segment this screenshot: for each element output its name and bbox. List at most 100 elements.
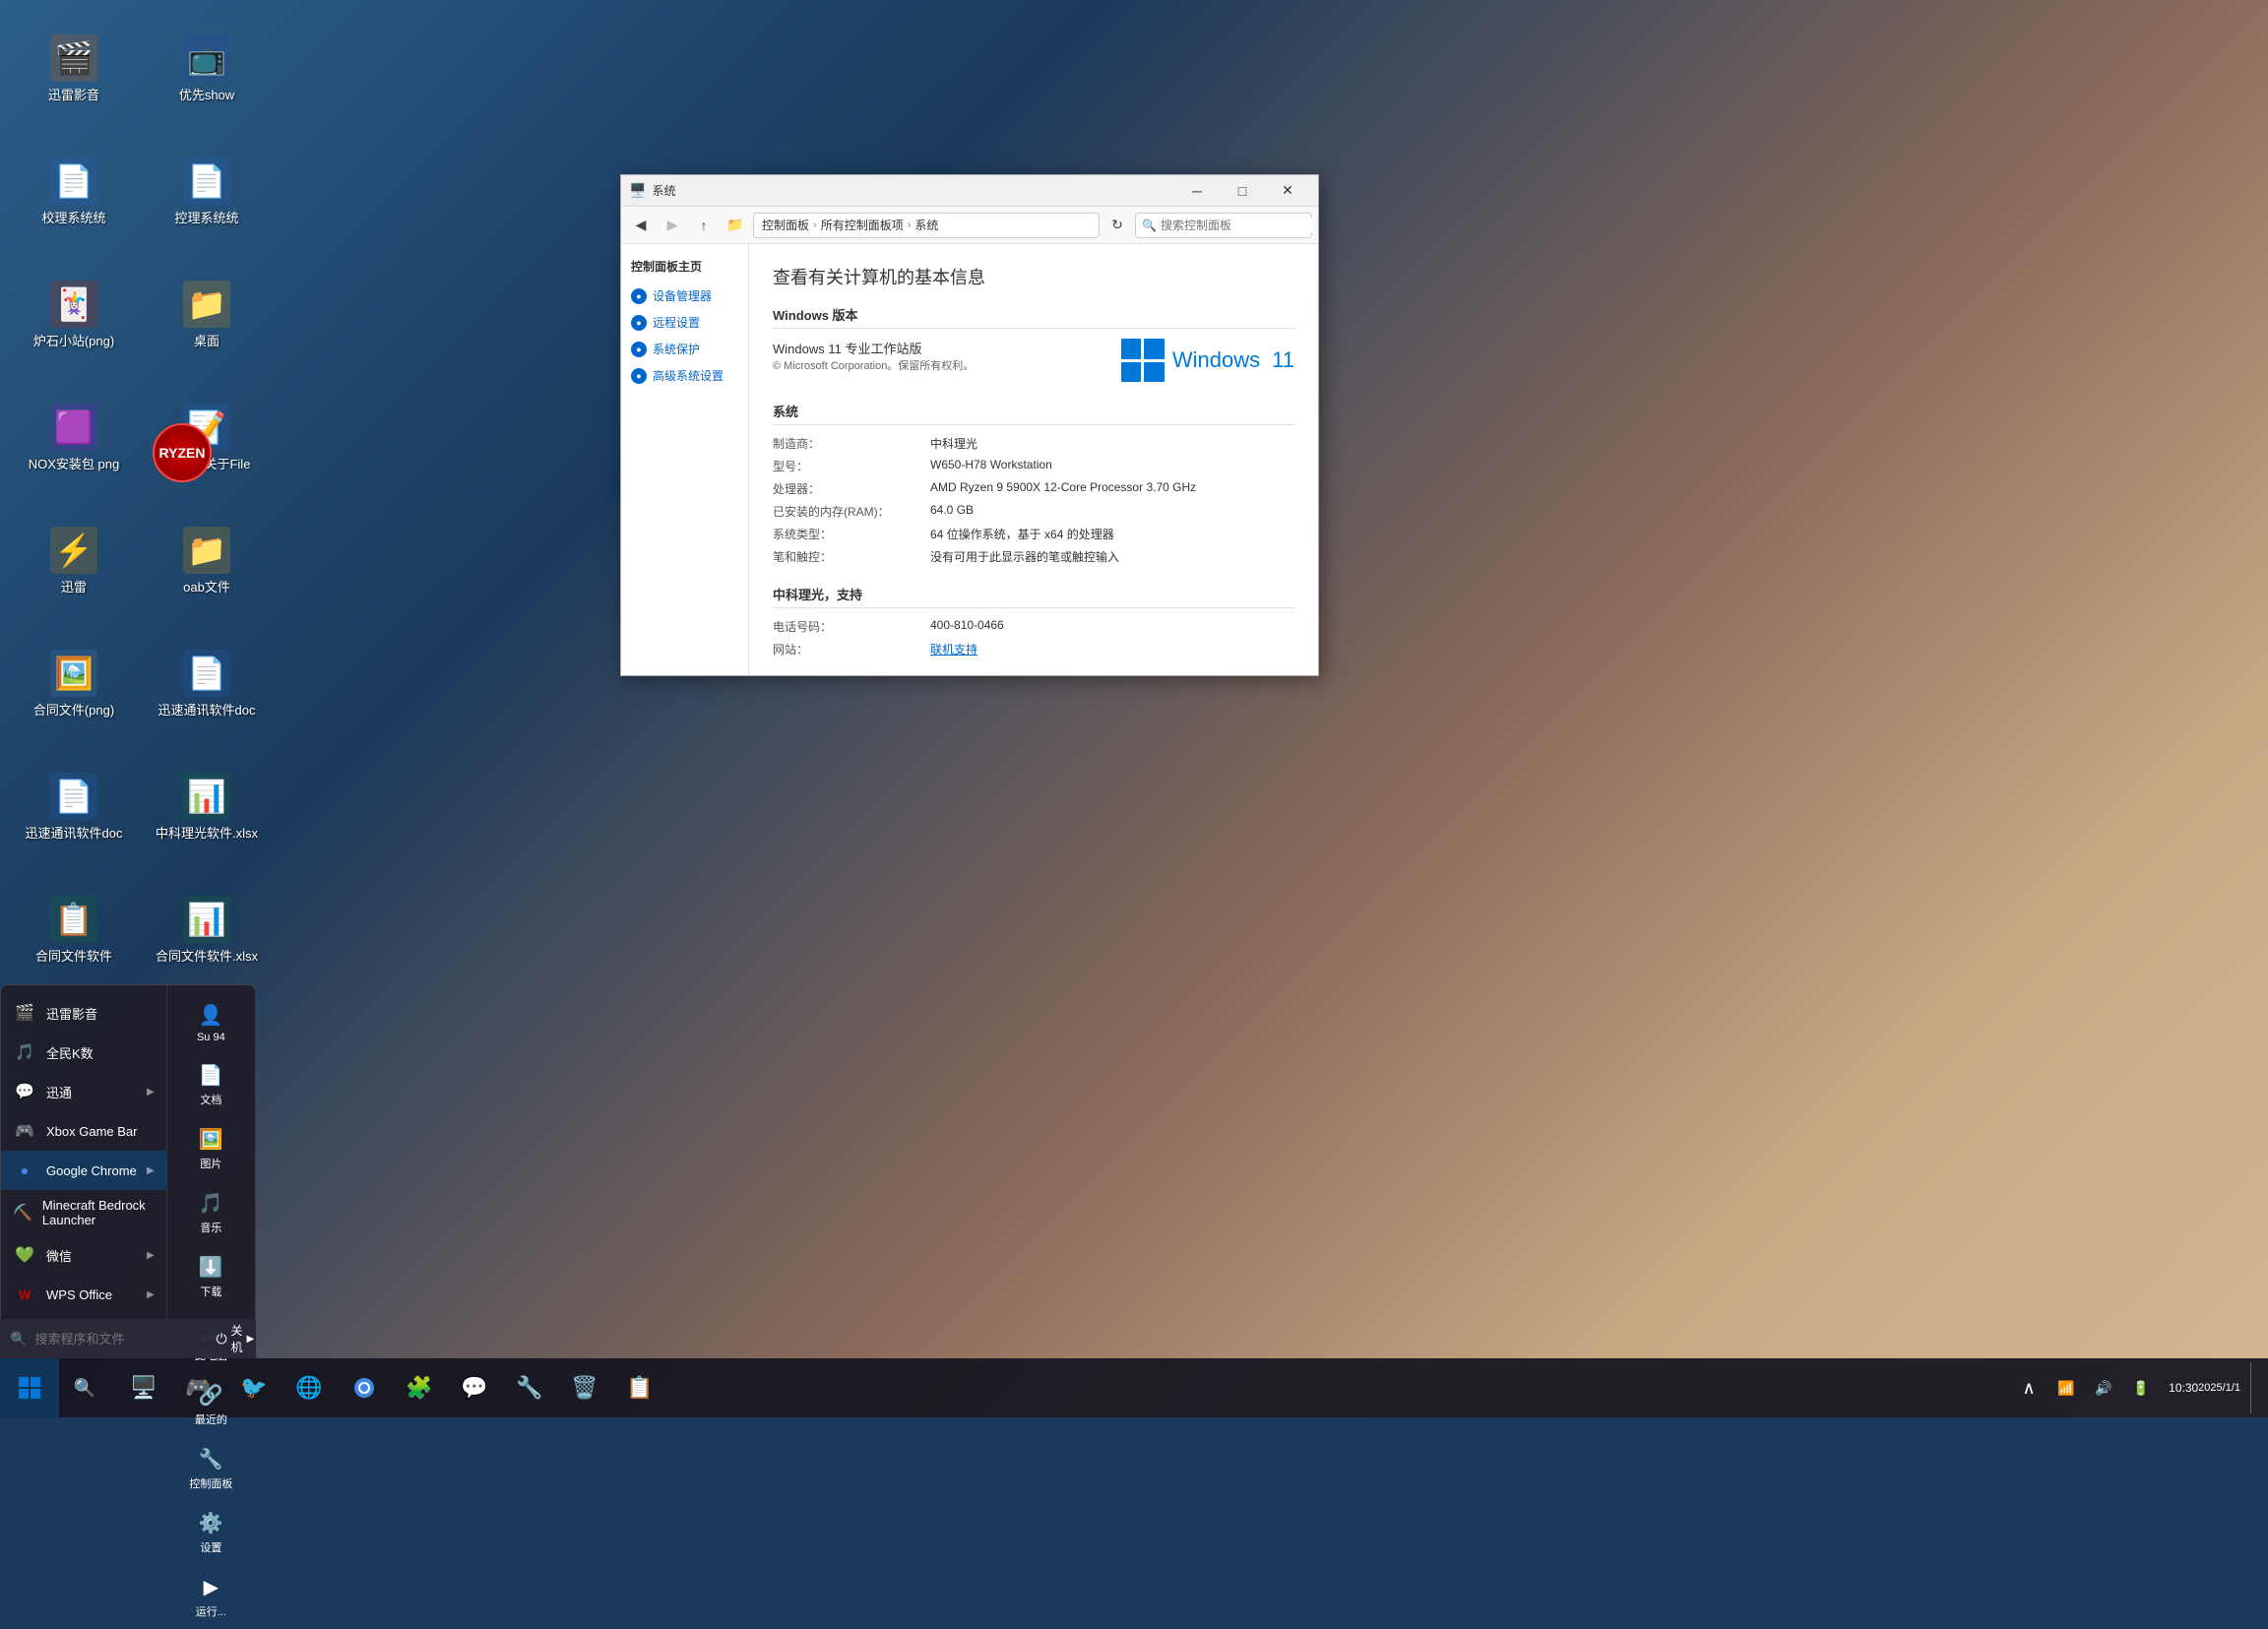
zhongke-section-title: 中科理光，支持	[773, 585, 1294, 608]
shutdown-icon[interactable]: ⏻	[216, 1331, 226, 1347]
system-cpu-row: 处理器： AMD Ryzen 9 5900X 12-Core Processor…	[773, 480, 1294, 497]
shutdown-arrow[interactable]: ▶	[247, 1334, 255, 1345]
systype-label: 系统类型：	[773, 526, 930, 542]
tray-battery[interactable]: 🔋	[2123, 1362, 2159, 1413]
desktop-icon-zhongke-doc[interactable]: 📄 迅速通讯软件doc	[10, 748, 138, 866]
taskbar-monitor-icon[interactable]: 🖥️	[118, 1362, 169, 1413]
start-right-pictures[interactable]: 🖼️ 图片	[167, 1117, 255, 1181]
forward-button[interactable]: ▶	[659, 212, 686, 239]
start-right-controlpanel[interactable]: 🔧 控制面板	[167, 1437, 255, 1501]
taskbar-wechat-icon[interactable]: 💬	[449, 1362, 500, 1413]
shutdown-label: 关机	[231, 1322, 243, 1355]
desktop-icon-zhuomian[interactable]: 📁 桌面	[143, 256, 271, 374]
start-right-documents[interactable]: 📄 文档	[167, 1053, 255, 1117]
sidebar-item-protection[interactable]: ● 系统保护	[621, 336, 748, 362]
website-link[interactable]: 联机支持	[930, 641, 1294, 658]
tray-show-desktop[interactable]	[2250, 1362, 2258, 1413]
search-icon: 🔍	[10, 1331, 27, 1347]
remote-icon: ●	[631, 315, 647, 331]
sidebar-item-advanced[interactable]: ● 高级系统设置	[621, 362, 748, 389]
desktop-icon-hetong-xlsx[interactable]: 📊 合同文件软件.xlsx	[143, 871, 271, 989]
up-button[interactable]: ↑	[690, 212, 718, 239]
controlpanel-icon: 🔧	[199, 1447, 223, 1472]
start-right-run[interactable]: ▶ 运行...	[167, 1565, 255, 1629]
maximize-button[interactable]: □	[1220, 175, 1265, 207]
breadcrumb-allitems[interactable]: 所有控制面板项	[821, 217, 904, 233]
start-item-chrome[interactable]: ● Google Chrome ▶	[1, 1151, 166, 1190]
run-icon: ▶	[204, 1575, 219, 1599]
system-section: 系统 制造商： 中科理光 型号： W650-H78 Workstation 处理…	[773, 402, 1294, 565]
desktop-icon-thunder[interactable]: ⚡ 迅雷	[10, 502, 138, 620]
weixin-icon: 💚	[13, 1243, 36, 1267]
model-label: 型号：	[773, 458, 930, 474]
start-search-input[interactable]	[34, 1332, 208, 1347]
windows-start-icon	[18, 1376, 41, 1400]
taskbar-extension-icon[interactable]: 🧩	[394, 1362, 445, 1413]
taskbar-clipboard-icon[interactable]: 📋	[614, 1362, 665, 1413]
start-right-downloads[interactable]: ⬇️ 下载	[167, 1245, 255, 1309]
desktop-icon-xitong[interactable]: 📄 控理系统统	[143, 133, 271, 251]
minimize-button[interactable]: ─	[1174, 175, 1220, 207]
desktop-icon-lishidoc[interactable]: 📄 校理系统统	[10, 133, 138, 251]
cp-search-input[interactable]	[1161, 219, 1313, 232]
sidebar-item-devices[interactable]: ● 设备管理器	[621, 282, 748, 309]
start-item-minecraft[interactable]: ⛏️ Minecraft Bedrock Launcher	[1, 1190, 166, 1235]
taskbar-trash-icon[interactable]: 🗑️	[559, 1362, 610, 1413]
start-item-weixin[interactable]: 💚 微信 ▶	[1, 1235, 166, 1275]
yingyin-icon: 🎬	[13, 1001, 36, 1025]
taskbar-search-button[interactable]: 🔍	[59, 1362, 110, 1413]
start-item-quanminks[interactable]: 🎵 全民K数	[1, 1033, 166, 1072]
refresh-button[interactable]: ↻	[1103, 212, 1131, 239]
model-value: W650-H78 Workstation	[930, 458, 1294, 474]
back-button[interactable]: ◀	[627, 212, 655, 239]
start-search-bar[interactable]: 🔍 ⏻ 关机 ▶	[0, 1319, 256, 1358]
start-right-settings[interactable]: ⚙️ 设置	[167, 1501, 255, 1565]
sidebar-item-remote[interactable]: ● 远程设置	[621, 309, 748, 336]
cp-window-title: 系统	[652, 182, 1174, 199]
taskbar-tool-icon[interactable]: 🔧	[504, 1362, 555, 1413]
user-icon: 👤	[199, 1003, 223, 1028]
cp-titlebar: 🖥️ 系统 ─ □ ✕	[621, 175, 1318, 207]
desktop-icon-lushixiao[interactable]: 🃏 炉石小站(png)	[10, 256, 138, 374]
desktop-icon-yingyin[interactable]: 🎬 迅雷影音	[10, 10, 138, 128]
desktop-icon-hetong-png[interactable]: 🖼️ 合同文件(png)	[10, 625, 138, 743]
cp-sidebar: 控制面板主页 ● 设备管理器 ● 远程设置 ● 系统保护 ● 高级系统设置	[621, 244, 749, 675]
cp-title-icon: 🖥️	[629, 182, 646, 199]
desktop-icon-xunsu-doc[interactable]: 📄 迅速通讯软件doc	[143, 625, 271, 743]
tray-network[interactable]: 📶	[2048, 1362, 2084, 1413]
phone-row: 电话号码： 400-810-0466	[773, 618, 1294, 635]
desktop-icon-youxian[interactable]: 📺 优先show	[143, 10, 271, 128]
start-button[interactable]	[0, 1358, 59, 1417]
start-item-xbox[interactable]: 🎮 Xbox Game Bar	[1, 1111, 166, 1151]
desktop-icon-hetong-doc[interactable]: 📋 合同文件软件	[10, 871, 138, 989]
taskbar-chrome-icon[interactable]	[339, 1362, 390, 1413]
devices-icon: ●	[631, 288, 647, 304]
start-item-wps[interactable]: W WPS Office ▶	[1, 1275, 166, 1314]
cp-main-content: 查看有关计算机的基本信息 Windows 版本 Windows 11 专业工作站…	[749, 244, 1318, 675]
desktop-icon-nox[interactable]: 🟪 NOX安装包 png	[10, 379, 138, 497]
start-right-music[interactable]: 🎵 音乐	[167, 1181, 255, 1245]
tray-up-arrow[interactable]: ∧	[2011, 1362, 2047, 1413]
website-label: 网站：	[773, 641, 930, 658]
start-item-xintong[interactable]: 💬 迅通 ▶	[1, 1072, 166, 1111]
ryzen-logo: RYZEN	[153, 423, 212, 482]
breadcrumb-controlpanel[interactable]: 控制面板	[762, 217, 809, 233]
tray-time: 10:30	[2169, 1381, 2198, 1395]
ram-value: 64.0 GB	[930, 503, 1294, 520]
start-item-yingyin[interactable]: 🎬 迅雷影音	[1, 993, 166, 1033]
desktop-icon-oab[interactable]: 📁 oab文件	[143, 502, 271, 620]
cp-search-bar[interactable]: 🔍	[1135, 213, 1312, 238]
tray-volume[interactable]: 🔊	[2086, 1362, 2121, 1413]
cpu-label: 处理器：	[773, 480, 930, 497]
desktop-icon-zhongke-xlsx[interactable]: 📊 中科理光软件.xlsx	[143, 748, 271, 866]
start-menu-right-panel: 👤 Su 94 📄 文档 🖼️ 图片 🎵 音乐 ⬇️ 下载 💻 此电脑 🔗 最近…	[167, 985, 255, 1357]
manufacturer-value: 中科理光	[930, 435, 1294, 452]
tray-datetime[interactable]: 10:30 2025/1/1	[2161, 1362, 2248, 1413]
start-right-recent[interactable]: 🔗 最近的	[167, 1373, 255, 1437]
close-button[interactable]: ✕	[1265, 175, 1310, 207]
win11-text: Windows	[1172, 347, 1260, 373]
wps-icon: W	[13, 1283, 36, 1306]
start-right-su94[interactable]: 👤 Su 94	[167, 993, 255, 1053]
taskbar-network-icon[interactable]: 🌐	[284, 1362, 335, 1413]
breadcrumb-system[interactable]: 系统	[914, 217, 938, 233]
